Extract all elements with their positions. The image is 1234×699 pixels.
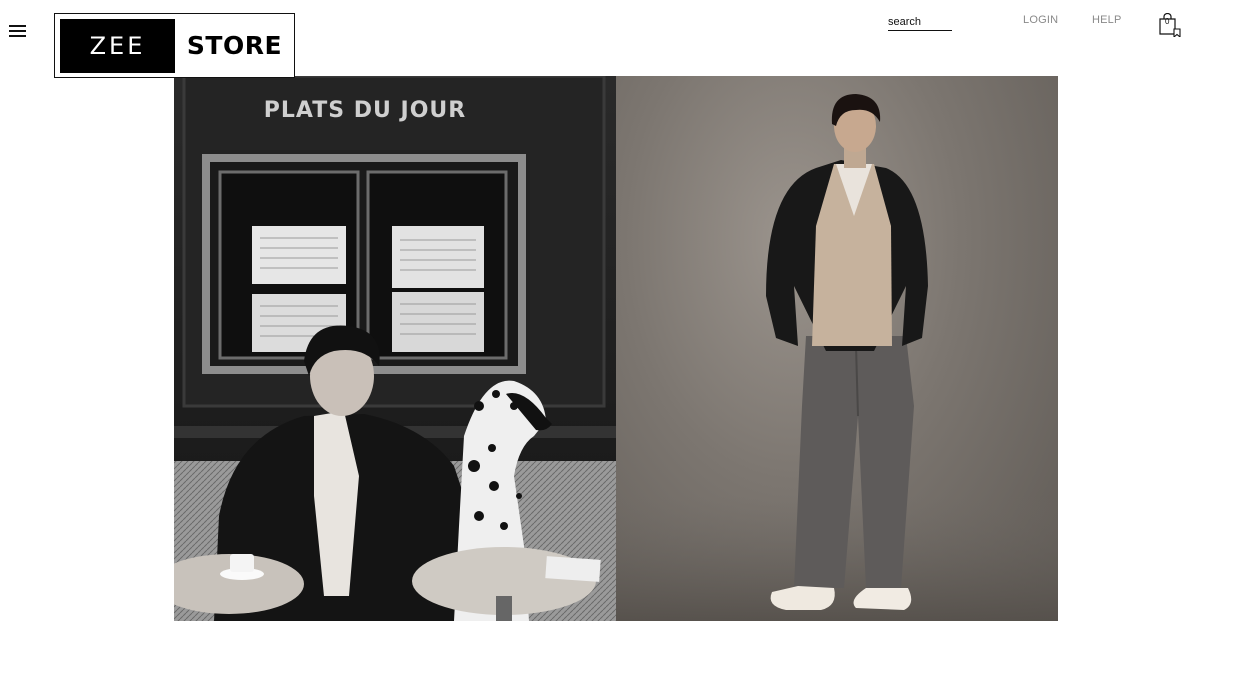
hamburger-menu-icon[interactable] <box>9 24 27 38</box>
login-link[interactable]: LOGIN <box>1023 14 1058 26</box>
logo-store: STORE <box>186 31 283 60</box>
logo-zee: ZEE <box>60 18 175 73</box>
cart-count: 0 <box>1165 17 1170 26</box>
hero-banner[interactable]: PLATS DU JOUR <box>174 76 1058 621</box>
shopping-bag-icon[interactable]: 0 <box>1159 12 1183 39</box>
hero-image-cafe[interactable]: PLATS DU JOUR <box>174 76 616 621</box>
page: ZEE STORE LOGIN HELP 0 <box>0 0 1234 699</box>
store-logo[interactable]: ZEE STORE <box>54 13 295 78</box>
hero-image-model[interactable] <box>616 76 1058 621</box>
help-link[interactable]: HELP <box>1092 14 1122 26</box>
cafe-sign-text: PLATS DU JOUR <box>263 98 467 123</box>
search-input[interactable] <box>888 13 952 31</box>
